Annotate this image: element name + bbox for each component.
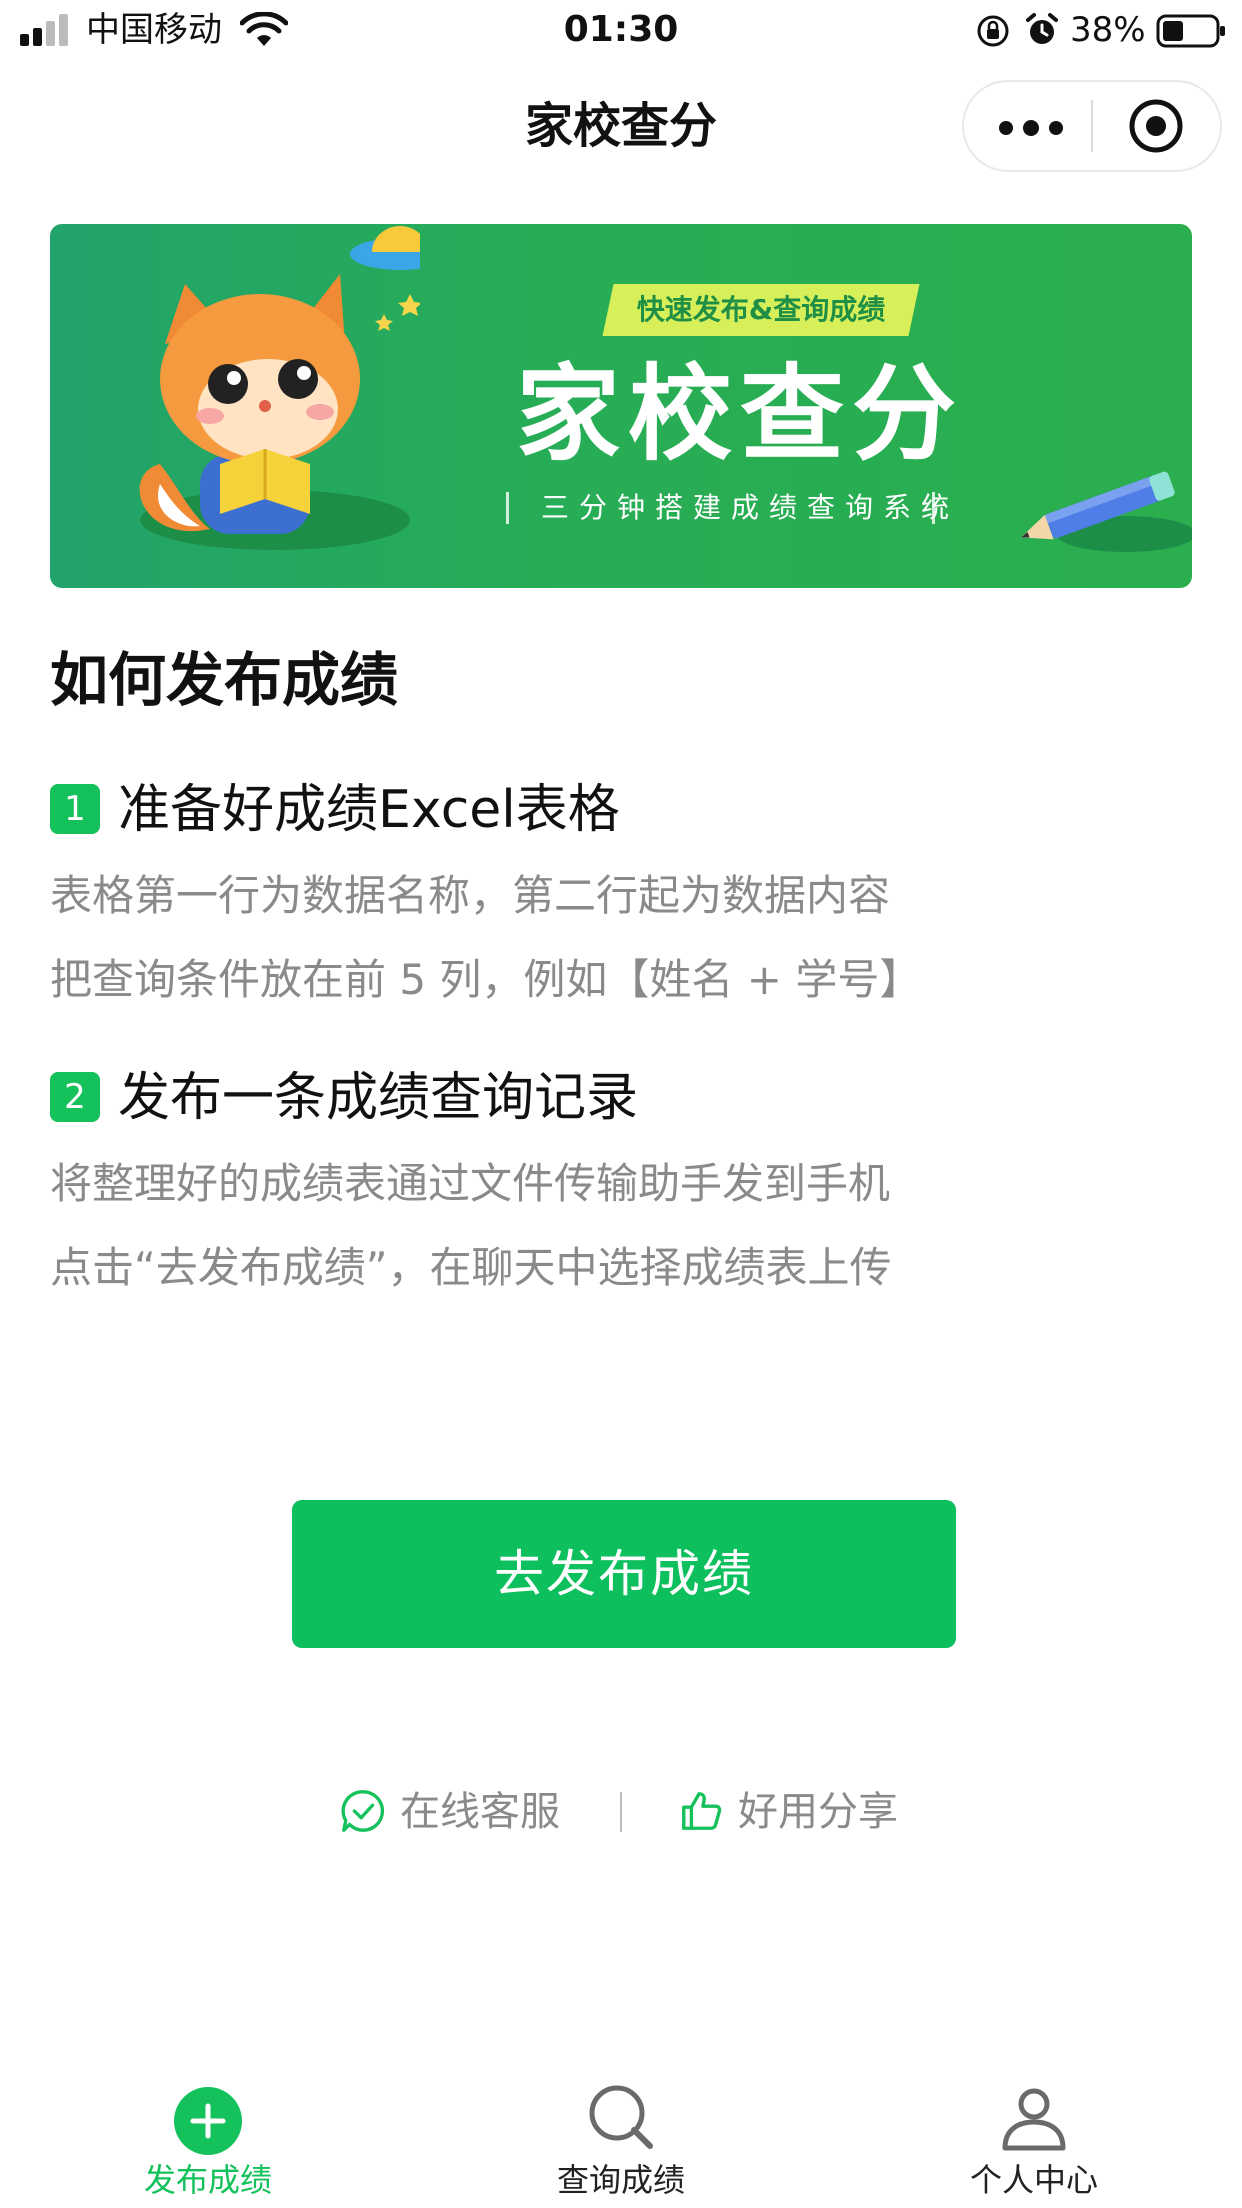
step-description-line: 把查询条件放在前 5 列，例如【姓名 + 学号】 [50,955,922,1004]
step-description-line: 将整理好的成绩表通过文件传输助手发到手机 [50,1159,891,1208]
share-link[interactable]: 好用分享 [676,1780,916,1844]
rotation-lock-icon [977,15,1009,47]
battery-percent: 38% [1070,10,1146,50]
step-title: 发布一条成绩查询记录 [118,1068,639,1128]
thumbs-up-icon [682,1792,722,1830]
banner-tag: 快速发布&查询成绩 [636,293,886,326]
online-service-label: 在线客服 [400,1789,560,1835]
chat-check-icon [341,1790,385,1832]
pencil-illustration [1021,471,1192,552]
banner-title: 家校查分 [515,353,964,475]
banner-subtitle: 三分钟搭建成绩查询系统 [540,491,959,524]
close-mini-program-button[interactable] [1116,90,1200,162]
fox-mascot-illustration [139,226,420,550]
capsule-divider [1091,100,1093,152]
person-icon [1002,2088,1066,2151]
banner-subtitle-bar-right [932,492,935,524]
more-dot [999,121,1013,135]
more-dot [1023,120,1039,136]
tab-label: 查询成绩 [556,2161,685,2199]
tab-profile[interactable]: 个人中心 [914,2076,1154,2208]
step-title: 准备好成绩Excel表格 [118,780,620,840]
tab-label: 个人中心 [969,2161,1098,2199]
section-title: 如何发布成绩 [50,646,399,714]
link-divider [620,1792,622,1832]
step-number-badge: 2 [50,1072,100,1122]
more-button[interactable] [980,90,1080,162]
battery-icon [1156,14,1225,48]
alarm-icon [1026,13,1058,44]
online-service-link[interactable]: 在线客服 [338,1780,578,1844]
plus-circle-icon [174,2087,242,2155]
step-description-line: 表格第一行为数据名称，第二行起为数据内容 [50,871,891,920]
publish-scores-button[interactable]: 去发布成绩 [292,1500,956,1648]
share-label: 好用分享 [738,1789,898,1835]
tab-label: 发布成绩 [143,2161,272,2199]
step-number-badge: 1 [50,784,100,834]
more-dot [1049,121,1063,135]
tab-query[interactable]: 查询成绩 [501,2076,741,2208]
step-description-line: 点击“去发布成绩”，在聊天中选择成绩表上传 [50,1243,892,1292]
tab-publish[interactable]: 发布成绩 [88,2076,328,2208]
search-icon [589,2085,653,2149]
hero-banner[interactable]: 快速发布&查询成绩 家校查分 三分钟搭建成绩查询系统 [50,224,1192,588]
